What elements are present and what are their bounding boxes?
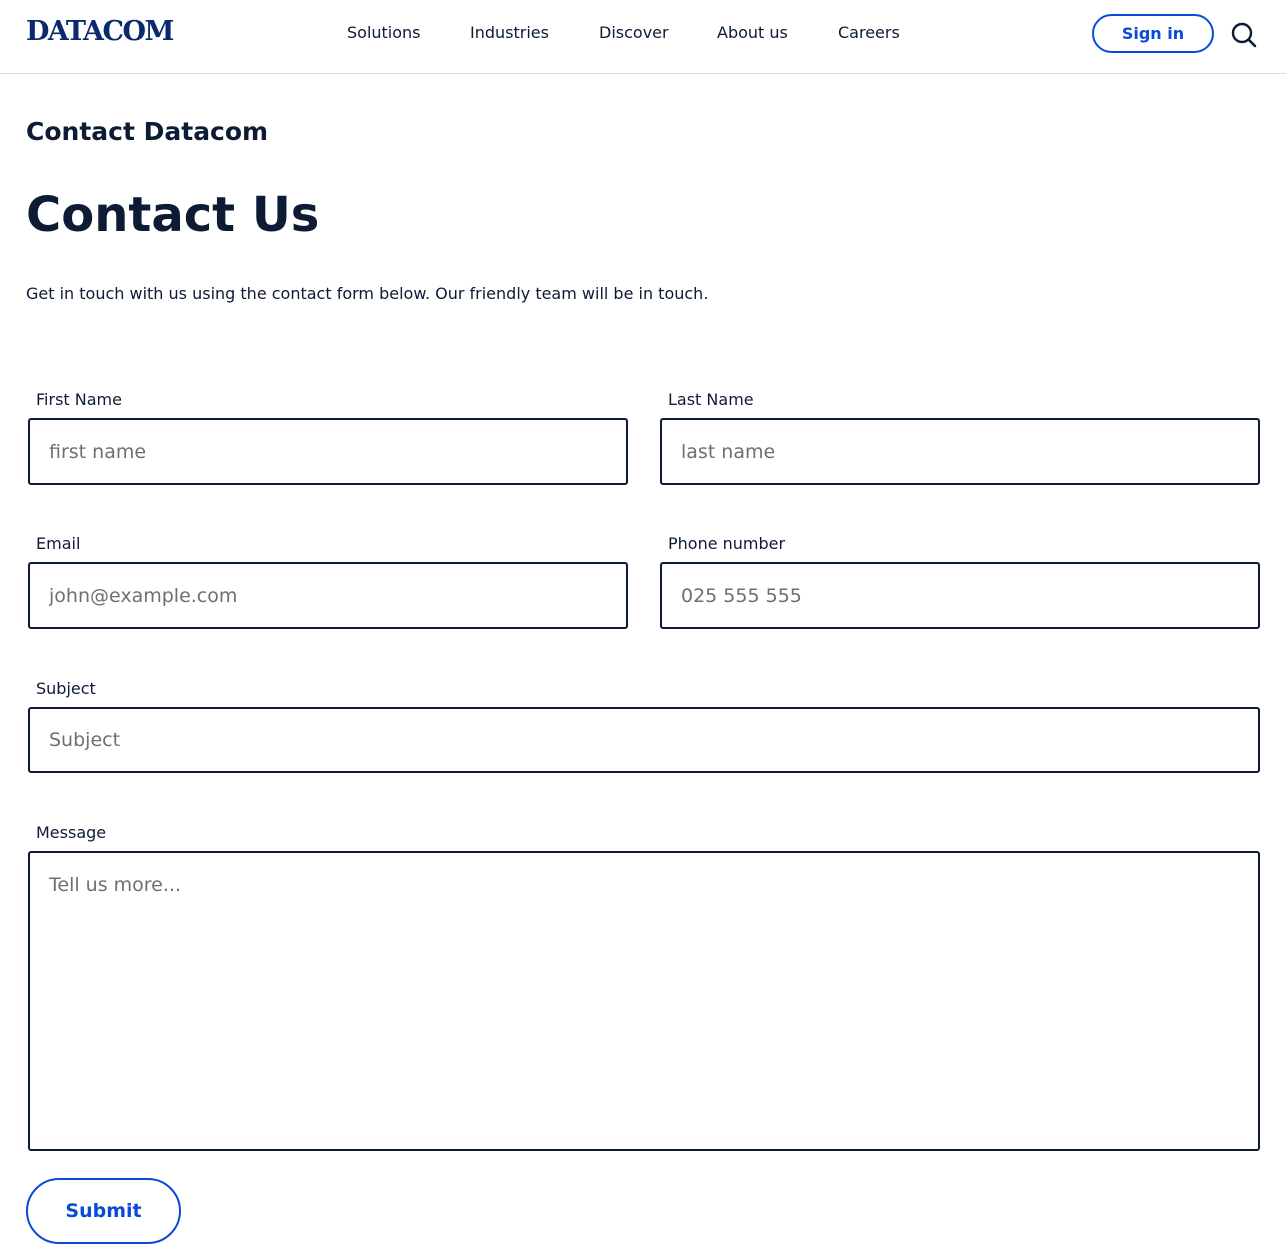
search-icon[interactable] xyxy=(1230,21,1258,49)
subject-input[interactable] xyxy=(28,707,1260,773)
first-name-label: First Name xyxy=(36,390,122,409)
page-intro: Get in touch with us using the contact f… xyxy=(26,284,709,303)
page-eyebrow: Contact Datacom xyxy=(26,117,269,146)
message-textarea[interactable] xyxy=(28,851,1260,1151)
nav-item-careers[interactable]: Careers xyxy=(838,22,900,44)
last-name-label: Last Name xyxy=(668,390,754,409)
nav-item-industries[interactable]: Industries xyxy=(470,22,549,44)
email-label: Email xyxy=(36,534,81,553)
subject-label: Subject xyxy=(36,679,96,698)
message-label: Message xyxy=(36,823,107,842)
first-name-input[interactable] xyxy=(28,418,628,485)
nav-item-discover[interactable]: Discover xyxy=(599,22,669,44)
submit-button[interactable]: Submit xyxy=(26,1178,181,1244)
last-name-input[interactable] xyxy=(660,418,1260,485)
email-input[interactable] xyxy=(28,562,628,629)
site-header: DATACOM Solutions Industries Discover Ab… xyxy=(0,0,1286,74)
sign-in-button[interactable]: Sign in xyxy=(1092,14,1214,53)
phone-input[interactable] xyxy=(660,562,1260,629)
nav-item-solutions[interactable]: Solutions xyxy=(347,22,421,44)
nav-item-about-us[interactable]: About us xyxy=(717,22,788,44)
phone-label: Phone number xyxy=(668,534,786,553)
page-title: Contact Us xyxy=(26,187,320,243)
